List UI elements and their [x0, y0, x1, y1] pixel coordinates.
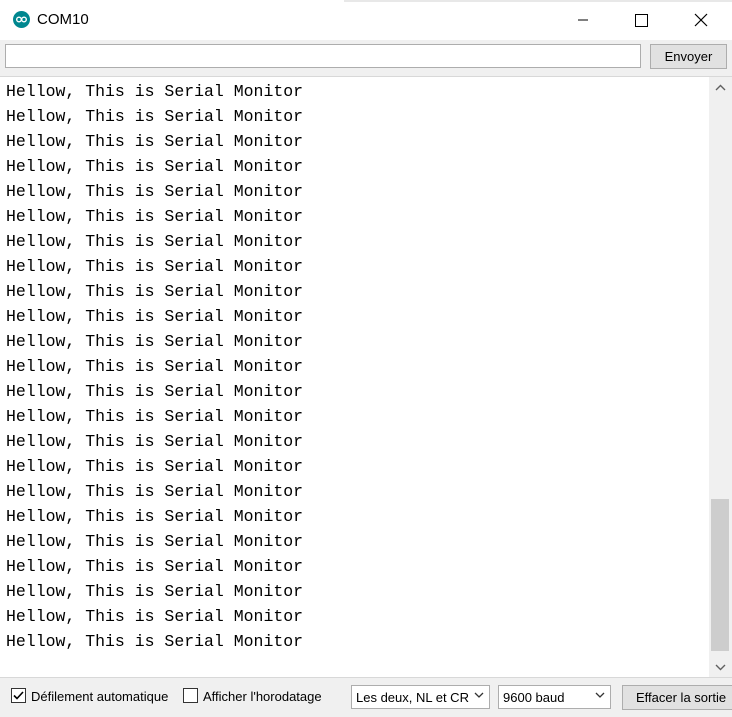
line-ending-value: Les deux, NL et CR — [356, 690, 469, 705]
output-line: Hellow, This is Serial Monitor — [6, 632, 304, 651]
output-line: Hellow, This is Serial Monitor — [6, 132, 304, 151]
output-line: Hellow, This is Serial Monitor — [6, 532, 304, 551]
autoscroll-label: Défilement automatique — [31, 689, 169, 704]
maximize-button[interactable] — [618, 0, 664, 40]
serial-output[interactable]: Hellow, This is Serial Monitor Hellow, Th… — [0, 77, 709, 677]
scroll-down-button[interactable] — [709, 657, 732, 677]
line-ending-select[interactable]: Les deux, NL et CR — [351, 685, 490, 709]
send-button[interactable]: Envoyer — [650, 44, 727, 69]
arduino-logo-icon — [13, 11, 30, 28]
output-line: Hellow, This is Serial Monitor — [6, 332, 304, 351]
output-line: Hellow, This is Serial Monitor — [6, 557, 304, 576]
output-line: Hellow, This is Serial Monitor — [6, 307, 304, 326]
output-line: Hellow, This is Serial Monitor — [6, 457, 304, 476]
output-line: Hellow, This is Serial Monitor — [6, 107, 304, 126]
output-line: Hellow, This is Serial Monitor — [6, 182, 304, 201]
minimize-button[interactable] — [560, 0, 606, 40]
output-line: Hellow, This is Serial Monitor — [6, 582, 304, 601]
chevron-down-icon — [595, 692, 605, 698]
chevron-down-icon — [715, 664, 726, 670]
output-line: Hellow, This is Serial Monitor — [6, 82, 304, 101]
maximize-icon — [634, 13, 648, 27]
title-bar: COM10 — [0, 0, 732, 40]
footer-bar: Défilement automatique Afficher l'horoda… — [0, 677, 732, 717]
send-bar: Envoyer — [0, 40, 732, 77]
serial-input[interactable] — [5, 44, 641, 68]
baud-rate-select[interactable]: 9600 baud — [498, 685, 611, 709]
checkmark-icon — [13, 691, 24, 700]
close-button[interactable] — [678, 0, 724, 40]
vertical-scrollbar[interactable] — [709, 77, 732, 677]
scroll-thumb[interactable] — [711, 499, 729, 651]
output-line: Hellow, This is Serial Monitor — [6, 232, 304, 251]
output-line: Hellow, This is Serial Monitor — [6, 607, 304, 626]
minimize-icon — [578, 19, 588, 21]
output-line: Hellow, This is Serial Monitor — [6, 482, 304, 501]
window-title: COM10 — [37, 11, 89, 28]
baud-rate-value: 9600 baud — [503, 690, 565, 705]
chevron-down-icon — [474, 692, 484, 698]
output-line: Hellow, This is Serial Monitor — [6, 282, 304, 301]
output-line: Hellow, This is Serial Monitor — [6, 432, 304, 451]
clear-output-button[interactable]: Effacer la sortie — [622, 685, 732, 710]
output-line: Hellow, This is Serial Monitor — [6, 507, 304, 526]
output-line: Hellow, This is Serial Monitor — [6, 382, 304, 401]
output-line: Hellow, This is Serial Monitor — [6, 407, 304, 426]
output-line: Hellow, This is Serial Monitor — [6, 207, 304, 226]
close-icon — [694, 13, 708, 27]
chevron-up-icon — [715, 84, 726, 90]
timestamp-checkbox[interactable] — [183, 688, 198, 703]
output-line: Hellow, This is Serial Monitor — [6, 157, 304, 176]
output-line: Hellow, This is Serial Monitor — [6, 357, 304, 376]
timestamp-label: Afficher l'horodatage — [203, 689, 322, 704]
output-line: Hellow, This is Serial Monitor — [6, 257, 304, 276]
autoscroll-checkbox[interactable] — [11, 688, 26, 703]
title-accent — [344, 0, 732, 2]
scroll-up-button[interactable] — [709, 77, 732, 97]
